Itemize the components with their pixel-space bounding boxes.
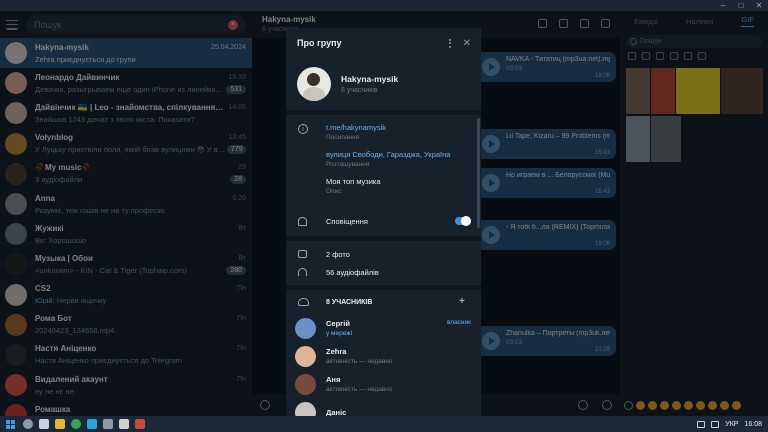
info-value[interactable]: вулиця Свободи, Гаразджа, Україна — [326, 150, 481, 159]
close-window-button[interactable]: ✕ — [750, 0, 768, 11]
add-member-icon[interactable]: + — [459, 297, 471, 307]
dialog-title: Про групу — [297, 38, 342, 48]
member-name: Даніс — [326, 407, 347, 417]
file-explorer-icon[interactable] — [55, 419, 65, 429]
app-icon[interactable] — [103, 419, 113, 429]
member-status: активність — недавно — [326, 386, 393, 393]
clock[interactable]: 16:08 — [744, 421, 762, 428]
chrome-icon[interactable] — [71, 419, 81, 429]
photos-row[interactable]: 2 фото — [286, 245, 481, 263]
avatar — [295, 345, 316, 367]
app-icon[interactable] — [135, 419, 145, 429]
photo-icon — [298, 250, 307, 258]
task-view-icon[interactable] — [39, 419, 49, 429]
members-title: 8 УЧАСНИКІВ — [326, 298, 373, 306]
group-name: Hakyna-mysik — [341, 74, 399, 84]
member-item[interactable]: Сергій у мережі власник — [286, 314, 481, 342]
group-member-count: 8 учасників — [341, 87, 378, 94]
more-options-icon[interactable] — [448, 38, 451, 48]
group-info-block: i t.me/hakynamysik Посилання вулиця Свобод… — [286, 115, 481, 210]
dialog-scrollbar[interactable] — [477, 118, 480, 228]
network-icon[interactable] — [697, 420, 706, 428]
close-icon[interactable]: ✕ — [463, 38, 471, 49]
system-tray: УКР 16:08 — [697, 420, 768, 428]
language-indicator[interactable]: УКР — [725, 421, 738, 428]
member-item[interactable]: Zehra активність — недавно — [286, 342, 481, 370]
info-label: Розташування — [326, 161, 370, 168]
start-icon[interactable] — [3, 416, 17, 432]
title-bar: – □ ✕ — [0, 0, 768, 11]
member-status: активність — недавно — [326, 358, 393, 365]
group-avatar[interactable] — [297, 67, 331, 101]
people-icon — [298, 298, 309, 306]
info-value: Моя топ музика — [326, 177, 381, 186]
group-info-dialog: Про групу ✕ Hakyna-mysik 8 учасників i t… — [286, 28, 481, 416]
info-value[interactable]: t.me/hakynamysik — [326, 123, 481, 132]
info-item: Моя топ музика Опис — [326, 177, 481, 195]
info-item[interactable]: t.me/hakynamysik Посилання — [326, 123, 481, 141]
members-header: 8 УЧАСНИКІВ + — [286, 290, 481, 314]
member-item[interactable]: Аня активність — недавно — [286, 370, 481, 398]
notifications-label: Сповіщення — [326, 216, 368, 226]
search-icon[interactable] — [23, 419, 33, 429]
avatar — [295, 401, 316, 416]
info-label: Посилання — [326, 134, 360, 141]
maximize-button[interactable]: □ — [732, 0, 750, 11]
info-item[interactable]: вулиця Свободи, Гаразджа, Україна Розташу… — [326, 150, 481, 168]
member-item[interactable]: Даніс — [286, 398, 481, 416]
info-label: Опис — [326, 188, 342, 195]
member-name: Сергій — [326, 319, 350, 328]
audio-row[interactable]: 56 аудіофайлів — [286, 263, 481, 281]
volume-icon[interactable] — [711, 420, 720, 428]
member-name: Аня — [326, 375, 341, 384]
member-list: Сергій у мережі власник Zehra активність — н… — [286, 314, 481, 416]
notifications-row[interactable]: Сповіщення — [286, 210, 481, 232]
minimize-button[interactable]: – — [714, 0, 732, 11]
photos-count: 2 фото — [326, 249, 350, 259]
telegram-icon[interactable] — [87, 419, 97, 429]
avatar — [295, 373, 316, 395]
member-role: власник — [446, 319, 471, 326]
dialog-header: Про групу ✕ — [286, 28, 481, 58]
audio-count: 56 аудіофайлів — [326, 267, 379, 277]
avatar — [295, 317, 316, 339]
info-icon: i — [298, 124, 308, 134]
telegram-window: – □ ✕ × Hakyna-mysik25.04.2024Zehra приє… — [0, 0, 768, 416]
member-name: Zehra — [326, 347, 347, 356]
group-profile: Hakyna-mysik 8 учасників — [286, 58, 481, 110]
notifications-toggle[interactable] — [455, 216, 471, 226]
headphones-icon — [298, 268, 307, 276]
member-status: у мережі — [326, 330, 353, 337]
bell-icon — [298, 216, 307, 226]
app-icon[interactable] — [119, 419, 129, 429]
windows-taskbar: УКР 16:08 — [0, 416, 768, 432]
